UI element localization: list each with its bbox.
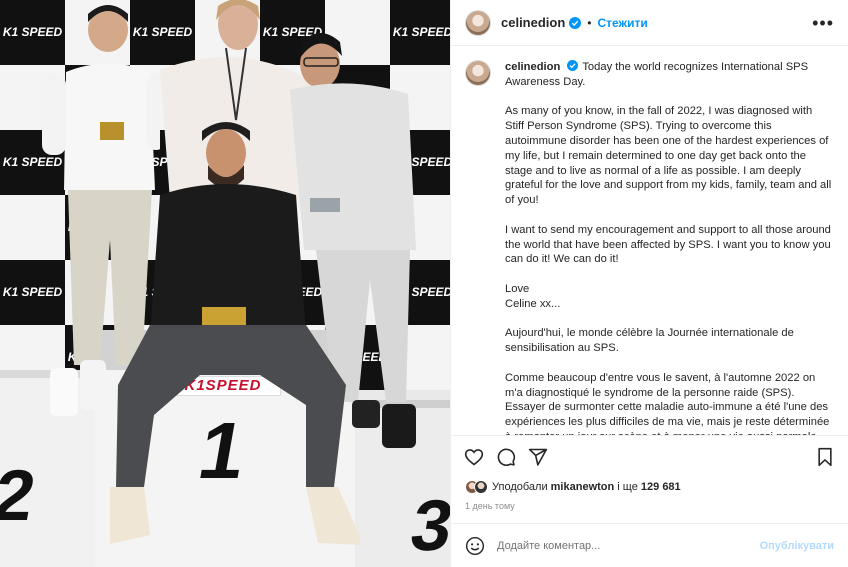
share-icon[interactable] xyxy=(527,446,549,468)
liker-avatar-2 xyxy=(474,480,488,494)
post-header: celinedion • Стежити ••• xyxy=(451,0,848,46)
caption-paragraph-1: celinedion Today the world recognizes In… xyxy=(505,60,834,90)
caption-paragraph-3: I want to send my encouragement and supp… xyxy=(505,223,831,266)
likes-prefix: Уподобали xyxy=(492,481,548,493)
caption-paragraph-5: Aujourd'hui, le monde célèbre la Journée… xyxy=(505,327,794,355)
person-center-front xyxy=(110,122,360,545)
comment-icon[interactable] xyxy=(495,446,517,468)
caption-paragraph-4: Love Celine xx... xyxy=(505,282,561,310)
likes-text: Уподобали mikanewton і ще 129 681 xyxy=(492,481,681,493)
more-options-icon[interactable]: ••• xyxy=(812,14,834,32)
verified-badge-icon xyxy=(569,16,582,29)
post-comment-button[interactable]: Опублікувати xyxy=(760,540,834,552)
likes-user[interactable]: mikanewton xyxy=(551,481,615,493)
caption-author-avatar[interactable] xyxy=(465,60,491,86)
caption-username[interactable]: celinedion xyxy=(505,61,560,73)
follow-button[interactable]: Стежити xyxy=(598,16,648,30)
post-details-panel: celinedion • Стежити ••• celinedion Toda… xyxy=(450,0,848,567)
bookmark-icon[interactable] xyxy=(814,446,836,468)
caption-verified-badge-icon xyxy=(567,60,579,72)
likes-middle: і ще xyxy=(617,481,638,493)
post-timestamp[interactable]: 1 день тому xyxy=(451,497,848,515)
instagram-post: K1 SPEED K1 SPEED K1 SPEED K1 SPEED K1 SPEED… xyxy=(0,0,848,567)
likes-count[interactable]: 129 681 xyxy=(641,481,681,493)
caption-scroll-area[interactable]: celinedion Today the world recognizes In… xyxy=(451,46,848,435)
author-avatar[interactable] xyxy=(465,9,491,36)
post-actions-bar xyxy=(451,435,848,477)
header-separator: • xyxy=(587,15,592,30)
emoji-icon[interactable] xyxy=(465,536,485,556)
comment-bar: Опублікувати xyxy=(451,523,848,567)
caption-paragraph-6: Comme beaucoup d'entre vous le savent, à… xyxy=(505,371,830,435)
caption-text: celinedion Today the world recognizes In… xyxy=(505,60,834,435)
caption-paragraph-2: As many of you know, in the fall of 2022… xyxy=(505,105,832,207)
likes-row[interactable]: Уподобали mikanewton і ще 129 681 xyxy=(451,477,848,497)
post-photo[interactable]: K1 SPEED K1 SPEED K1 SPEED K1 SPEED K1 SPEED… xyxy=(0,0,450,567)
comment-input[interactable] xyxy=(497,539,760,552)
like-icon[interactable] xyxy=(463,446,485,468)
author-username[interactable]: celinedion xyxy=(501,15,565,30)
